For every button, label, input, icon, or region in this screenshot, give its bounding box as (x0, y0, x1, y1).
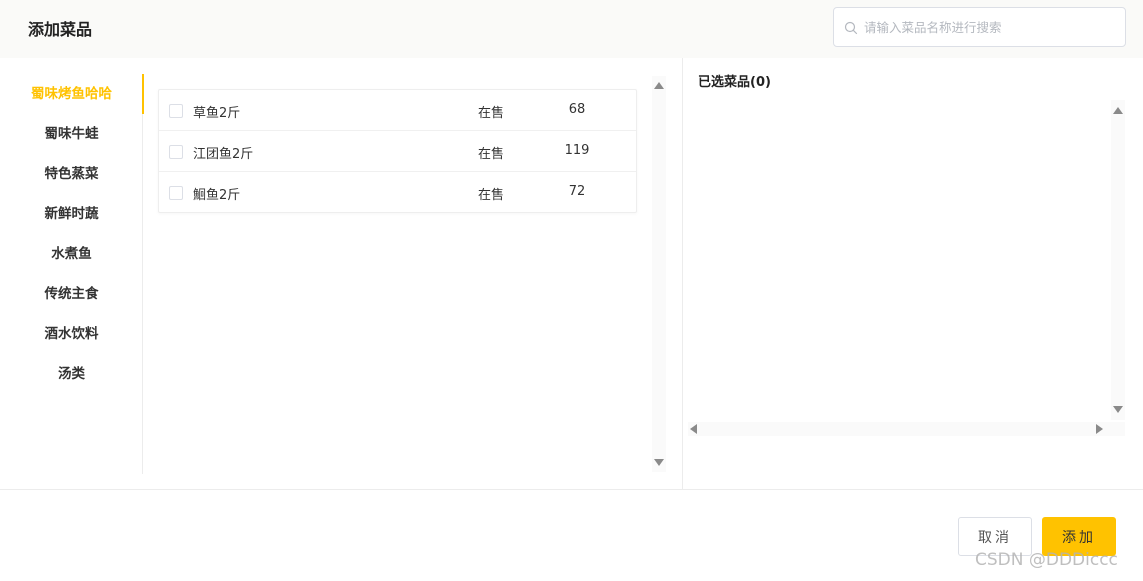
scroll-left-icon[interactable] (690, 424, 697, 434)
panel-divider (682, 58, 683, 489)
scroll-down-icon[interactable] (654, 459, 664, 466)
dish-price: 68 (568, 102, 586, 117)
dish-price: 72 (568, 184, 586, 199)
dialog-header: 添加菜品 (0, 0, 1143, 58)
footer-divider (0, 489, 1143, 490)
category-item-jiushui-yinliao[interactable]: 酒水饮料 (0, 314, 143, 354)
selected-dishes-title: 已选菜品(0) (698, 75, 771, 90)
search-box[interactable] (833, 7, 1126, 47)
selected-horizontal-scrollbar[interactable] (688, 422, 1125, 436)
dish-name: 鮰鱼2斤 (193, 188, 241, 203)
dish-checkbox[interactable] (169, 186, 183, 200)
scroll-up-icon[interactable] (1113, 107, 1123, 114)
scroll-down-icon[interactable] (1113, 406, 1123, 413)
dish-list-scrollbar[interactable] (652, 76, 666, 472)
category-item-shuizhuyu[interactable]: 水煮鱼 (0, 234, 143, 274)
scroll-up-icon[interactable] (654, 82, 664, 89)
category-item-tanglei[interactable]: 汤类 (0, 354, 143, 394)
dish-checkbox[interactable] (169, 104, 183, 118)
dish-checkbox[interactable] (169, 145, 183, 159)
dish-price: 119 (564, 143, 590, 158)
table-row[interactable]: 草鱼2斤 在售 68 (159, 90, 636, 131)
category-item-chuantong-zhushi[interactable]: 传统主食 (0, 274, 143, 314)
dish-name: 草鱼2斤 (193, 106, 241, 121)
dish-table: 草鱼2斤 在售 68 江团鱼2斤 在售 119 鮰鱼2斤 在售 72 (158, 89, 637, 213)
category-item-shuwei-niuwa[interactable]: 蜀味牛蛙 (0, 114, 143, 154)
search-icon (844, 21, 858, 35)
dish-status: 在售 (478, 188, 505, 203)
selected-dishes-area (688, 100, 1125, 437)
scroll-right-icon[interactable] (1096, 424, 1103, 434)
category-list: 蜀味烤鱼哈哈 蜀味牛蛙 特色蒸菜 新鲜时蔬 水煮鱼 传统主食 酒水饮料 汤类 (0, 74, 144, 474)
category-item-shuwei-kaoyu[interactable]: 蜀味烤鱼哈哈 (0, 74, 144, 114)
table-row[interactable]: 江团鱼2斤 在售 119 (159, 131, 636, 172)
dish-name: 江团鱼2斤 (193, 147, 254, 162)
selected-vertical-scrollbar[interactable] (1111, 100, 1125, 420)
page-title: 添加菜品 (28, 20, 93, 39)
category-item-xinxian-shishu[interactable]: 新鲜时蔬 (0, 194, 143, 234)
dish-status: 在售 (478, 106, 505, 121)
watermark: CSDN @DDDiccc (975, 550, 1118, 570)
category-item-tese-zhengcai[interactable]: 特色蒸菜 (0, 154, 143, 194)
table-row[interactable]: 鮰鱼2斤 在售 72 (159, 172, 636, 213)
dish-status: 在售 (478, 147, 505, 162)
search-input[interactable] (864, 8, 1119, 46)
